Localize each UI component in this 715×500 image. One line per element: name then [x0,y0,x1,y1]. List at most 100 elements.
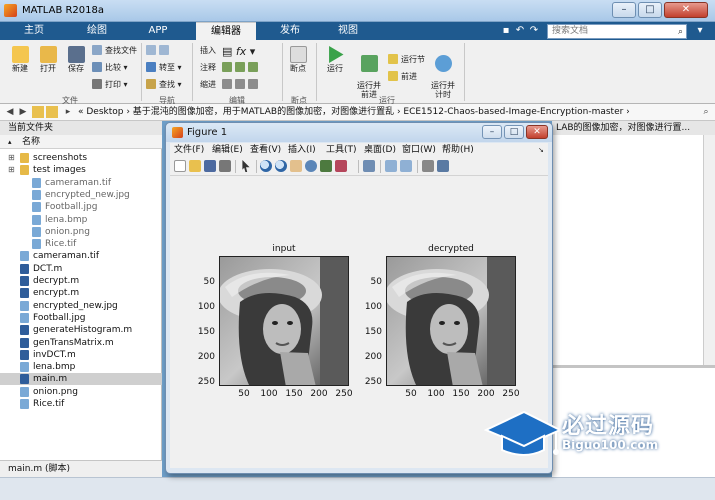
close-button[interactable]: ✕ [664,2,708,18]
redo-icon[interactable]: ↷ [528,25,540,37]
back-forward-buttons[interactable] [146,45,172,55]
compare-button[interactable]: 比较 ▾ [92,62,128,73]
file-item[interactable]: genTransMatrix.m [0,337,162,349]
folder-item[interactable]: ⊞ screenshots [0,152,162,164]
file-item[interactable]: onion.png [0,386,162,398]
run-section-button[interactable]: 运行节 [388,54,425,65]
menu-edit[interactable]: 编辑(E) [212,143,243,157]
new-figure-icon[interactable] [174,160,186,172]
comment-button[interactable]: 注释 [200,62,216,73]
maximize-button[interactable]: □ [638,2,662,18]
file-item[interactable]: Rice.tif [0,398,162,410]
decrypted-image[interactable] [386,256,516,386]
print-button[interactable]: 打印 ▾ [92,79,128,90]
browse-folder-icon[interactable] [46,106,58,118]
zoom-out-icon[interactable] [275,160,287,172]
tab-plots[interactable]: 绘图 [72,22,122,40]
print-figure-icon[interactable] [219,160,231,172]
advance-button[interactable]: 前进 [388,71,417,82]
run-button[interactable]: 运行 [322,46,348,74]
data-cursor-icon[interactable] [320,160,332,172]
current-path[interactable]: « Desktop › 基于混沌的图像加密，用于MATLAB的图像加密，对图像进… [78,104,630,121]
undo-icon[interactable]: ↶ [514,25,526,37]
expand-toggle-icon[interactable]: ⊞ [8,164,15,176]
link-plot-icon[interactable] [363,160,375,172]
forward-icon[interactable]: ▶ [17,106,29,118]
up-folder-icon[interactable] [32,106,44,118]
run-time-button[interactable]: 运行并 计时 [428,46,458,108]
minimize-button[interactable]: – [612,2,636,18]
file-item[interactable]: main.m [0,373,162,386]
file-item[interactable]: invDCT.m [0,349,162,361]
menu-view[interactable]: 查看(V) [250,143,281,157]
save-button[interactable]: 保存 [64,46,88,74]
find-button[interactable]: 查找 ▾ [146,79,182,90]
figure-close-button[interactable]: ✕ [526,125,548,139]
file-item[interactable]: lena.bmp [0,361,162,373]
colorbar-icon[interactable] [385,160,397,172]
comment-tools[interactable] [222,62,261,72]
file-item[interactable]: lena.bmp [0,214,162,226]
open-button[interactable]: 打开 [36,46,60,74]
file-item[interactable]: onion.png [0,226,162,238]
menu-file[interactable]: 文件(F) [174,143,204,157]
find-files-button[interactable]: 查找文件 [92,45,137,56]
save-quick-icon[interactable]: ▪ [500,25,512,37]
pointer-icon[interactable] [242,160,250,172]
rotate-3d-icon[interactable] [305,160,317,172]
fx-icon[interactable]: ▤ fx ▾ [222,45,255,58]
zoom-in-icon[interactable] [260,160,272,172]
menu-help[interactable]: 帮助(H) [442,143,474,157]
folder-item[interactable]: ⊞ test images [0,164,162,176]
pan-icon[interactable] [290,160,302,172]
search-input[interactable]: 搜索文档 ⌕ [547,24,687,39]
search-path-icon[interactable]: ⌕ [700,106,712,118]
file-item[interactable]: DCT.m [0,263,162,275]
menu-tools[interactable]: 工具(T) [326,143,357,157]
dock-arrow-icon[interactable]: ↘ [538,143,544,157]
new-button[interactable]: 新建 [8,46,32,74]
name-column-header[interactable]: 名称 ▴ [0,135,162,149]
tab-view[interactable]: 视图 [326,22,370,40]
file-item[interactable]: encrypted_new.jpg [0,300,162,312]
show-plot-tools-icon[interactable] [437,160,449,172]
back-icon[interactable]: ◀ [4,106,16,118]
tab-editor[interactable]: 编辑器 [196,22,256,40]
tab-home[interactable]: 主页 [12,22,56,40]
figure-minimize-button[interactable]: – [482,125,502,139]
file-item[interactable]: Rice.tif [0,238,162,250]
breakpoints-label: 断点 [290,64,306,73]
expand-toggle-icon[interactable]: ⊞ [8,152,15,164]
menu-desktop[interactable]: 桌面(D) [364,143,396,157]
editor-tab[interactable]: LAB的图像加密，对图像进行置... [552,121,715,135]
hide-plot-tools-icon[interactable] [422,160,434,172]
figure-maximize-button[interactable]: □ [504,125,524,139]
run-section-icon [388,54,398,64]
save-label: 保存 [68,64,84,73]
insert-button[interactable]: 插入 [200,45,216,56]
menu-insert[interactable]: 插入(I) [288,143,316,157]
goto-button[interactable]: 转至 ▾ [146,62,182,73]
save-figure-icon[interactable] [204,160,216,172]
brush-icon[interactable] [335,160,347,172]
tab-publish[interactable]: 发布 [268,22,312,40]
file-item[interactable]: Football.jpg [0,201,162,213]
file-item[interactable]: generateHistogram.m [0,324,162,336]
file-item[interactable]: Football.jpg [0,312,162,324]
file-item[interactable]: cameraman.tif [0,250,162,262]
file-item[interactable]: encrypted_new.jpg [0,189,162,201]
breakpoints-button[interactable]: 断点 [286,46,310,74]
indent-tools[interactable] [222,79,261,89]
tab-apps[interactable]: APP [136,22,180,40]
file-item[interactable]: encrypt.m [0,287,162,299]
editor-scrollbar[interactable] [703,135,715,365]
collapse-ribbon-icon[interactable]: ▾ [694,25,706,37]
file-item[interactable]: cameraman.tif [0,177,162,189]
file-item[interactable]: decrypt.m [0,275,162,287]
legend-icon[interactable] [400,160,412,172]
input-image[interactable] [219,256,349,386]
details-status: main.m (脚本) [0,460,162,477]
menu-window[interactable]: 窗口(W) [402,143,436,157]
indent-button[interactable]: 缩进 [200,79,216,90]
open-file-icon[interactable] [189,160,201,172]
